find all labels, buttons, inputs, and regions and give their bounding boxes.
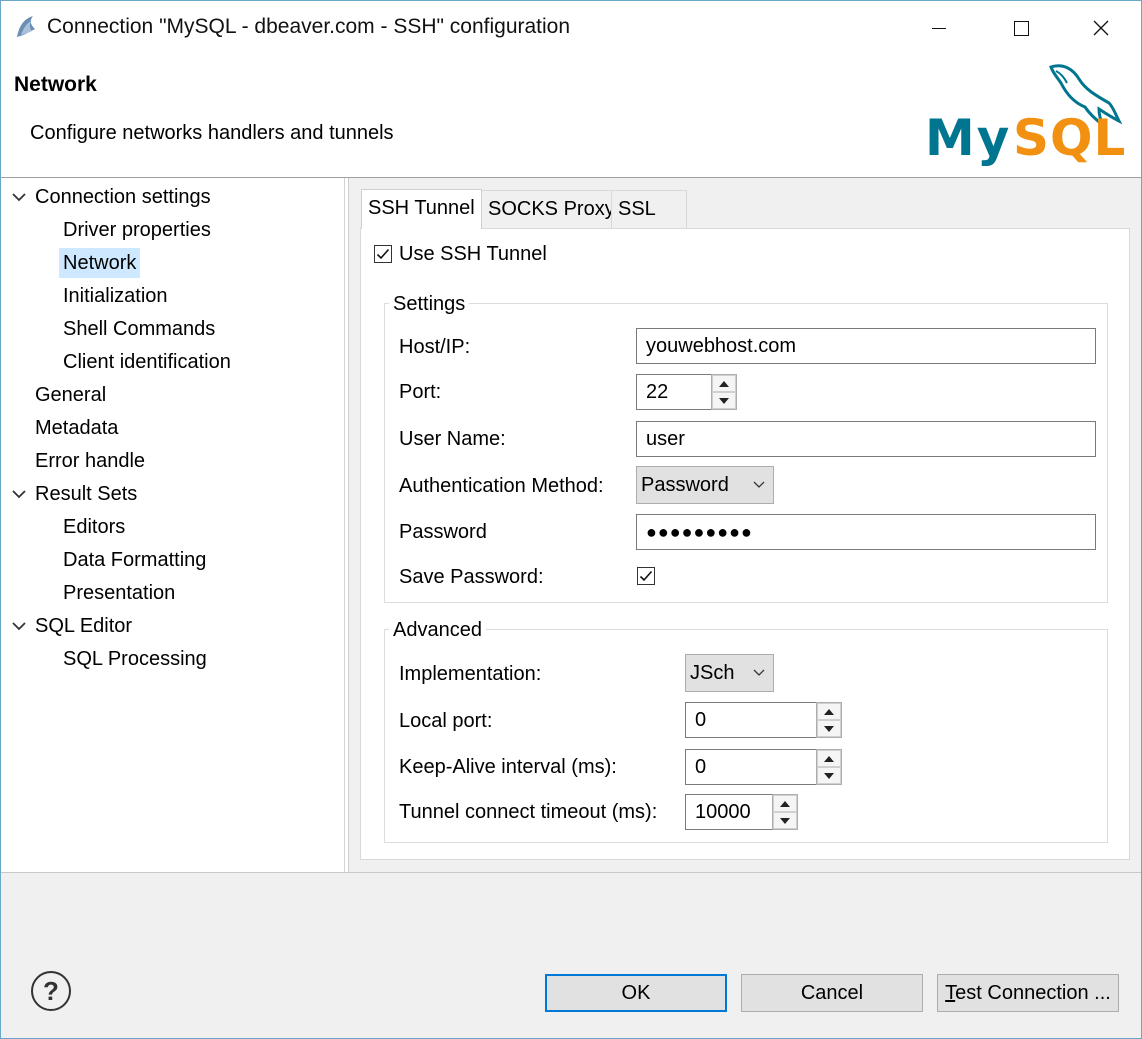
use-ssh-tunnel-checkbox[interactable] (374, 245, 392, 263)
chevron-down-icon (753, 481, 765, 488)
tree-item-client-identification[interactable]: Client identification (59, 347, 235, 377)
implementation-value: JSch (690, 662, 735, 684)
checkmark-icon (639, 570, 653, 582)
local-port-spinner[interactable] (816, 702, 842, 738)
chevron-down-icon[interactable] (12, 192, 26, 202)
spinner-down-icon[interactable] (817, 720, 841, 737)
local-port-label: Local port: (399, 710, 493, 732)
tunnel-timeout-input[interactable]: 10000 (685, 794, 773, 830)
spinner-down-icon[interactable] (773, 812, 797, 829)
spinner-up-icon[interactable] (817, 703, 841, 720)
tree-item-data-formatting[interactable]: Data Formatting (59, 545, 210, 575)
tree-item-connection-settings[interactable]: Connection settings (31, 182, 215, 212)
svg-text:®: ® (1113, 147, 1123, 158)
save-password-checkbox[interactable] (637, 567, 655, 585)
dialog-footer (1, 872, 1141, 1038)
host-label: Host/IP: (399, 336, 471, 358)
tree-item-editors[interactable]: Editors (59, 512, 129, 542)
chevron-down-icon[interactable] (12, 489, 26, 499)
spinner-up-icon[interactable] (773, 795, 797, 812)
page-description: Configure networks handlers and tunnels (30, 122, 394, 144)
checkmark-icon (376, 248, 390, 260)
maximize-button[interactable] (1001, 11, 1041, 45)
spinner-down-icon[interactable] (712, 392, 736, 409)
mysql-logo-my: My (925, 109, 1011, 167)
tree-item-presentation[interactable]: Presentation (59, 578, 179, 608)
spinner-up-icon[interactable] (712, 375, 736, 392)
port-spinner[interactable] (711, 374, 737, 410)
local-port-input[interactable]: 0 (685, 702, 817, 738)
minimize-button[interactable] (919, 11, 959, 45)
save-password-label: Save Password: (399, 566, 544, 588)
ok-button[interactable]: OK (545, 974, 727, 1012)
minimize-icon (932, 27, 946, 29)
tree-item-shell-commands[interactable]: Shell Commands (59, 314, 219, 344)
user-name-label: User Name: (399, 428, 506, 450)
tree-item-general[interactable]: General (31, 380, 110, 410)
spinner-down-icon[interactable] (817, 767, 841, 784)
port-input[interactable]: 22 (636, 374, 712, 410)
mysql-logo-sql: SQL (1013, 109, 1126, 167)
settings-tree: Connection settings Driver properties Netw… (1, 178, 345, 872)
implementation-label: Implementation: (399, 663, 542, 685)
keepalive-spinner[interactable] (816, 749, 842, 785)
host-input[interactable]: youwebhost.com (636, 328, 1096, 364)
close-button[interactable] (1081, 11, 1121, 45)
keepalive-input[interactable]: 0 (685, 749, 817, 785)
title-bar: Connection "MySQL - dbeaver.com - SSH" c… (1, 1, 1141, 57)
tree-item-result-sets[interactable]: Result Sets (31, 479, 141, 509)
implementation-select[interactable]: JSch (685, 654, 774, 692)
chevron-down-icon (753, 669, 765, 676)
tree-item-driver-properties[interactable]: Driver properties (59, 215, 215, 245)
advanced-group-title: Advanced (389, 619, 486, 642)
tab-ssl[interactable]: SSL (611, 190, 687, 228)
page-title: Network (14, 73, 97, 96)
dbeaver-app-icon (17, 16, 35, 37)
tree-item-initialization[interactable]: Initialization (59, 281, 172, 311)
chevron-down-icon[interactable] (12, 621, 26, 631)
tree-item-sql-processing[interactable]: SQL Processing (59, 644, 211, 674)
help-icon[interactable]: ? (31, 971, 71, 1011)
maximize-icon (1013, 20, 1029, 36)
password-label: Password (399, 521, 487, 543)
close-icon (1093, 20, 1109, 36)
tab-ssh-tunnel[interactable]: SSH Tunnel (361, 189, 482, 229)
connection-config-dialog: Connection "MySQL - dbeaver.com - SSH" c… (0, 0, 1142, 1039)
tab-socks-proxy[interactable]: SOCKS Proxy (481, 190, 622, 228)
tree-item-sql-editor[interactable]: SQL Editor (31, 611, 136, 641)
test-connection-mnemonic: T (945, 982, 956, 1004)
auth-method-select[interactable]: Password (636, 466, 774, 504)
tree-item-error-handle[interactable]: Error handle (31, 446, 149, 476)
test-connection-label: est Connection ... (955, 982, 1111, 1004)
mysql-logo: My SQL ® (925, 64, 1126, 167)
settings-group-title: Settings (389, 293, 470, 316)
tunnel-timeout-spinner[interactable] (772, 794, 798, 830)
tree-item-metadata[interactable]: Metadata (31, 413, 122, 443)
spinner-up-icon[interactable] (817, 750, 841, 767)
cancel-button[interactable]: Cancel (741, 974, 923, 1012)
tree-item-network[interactable]: Network (59, 248, 141, 278)
keepalive-label: Keep-Alive interval (ms): (399, 756, 617, 778)
auth-method-label: Authentication Method: (399, 475, 604, 497)
password-input[interactable]: ●●●●●●●●● (636, 514, 1096, 550)
user-name-input[interactable]: user (636, 421, 1096, 457)
port-label: Port: (399, 381, 442, 403)
window-title: Connection "MySQL - dbeaver.com - SSH" c… (47, 15, 571, 38)
test-connection-button[interactable]: Test Connection ... (937, 974, 1119, 1012)
tunnel-timeout-label: Tunnel connect timeout (ms): (399, 801, 658, 823)
use-ssh-tunnel-label: Use SSH Tunnel (399, 243, 547, 265)
auth-method-value: Password (641, 474, 729, 496)
